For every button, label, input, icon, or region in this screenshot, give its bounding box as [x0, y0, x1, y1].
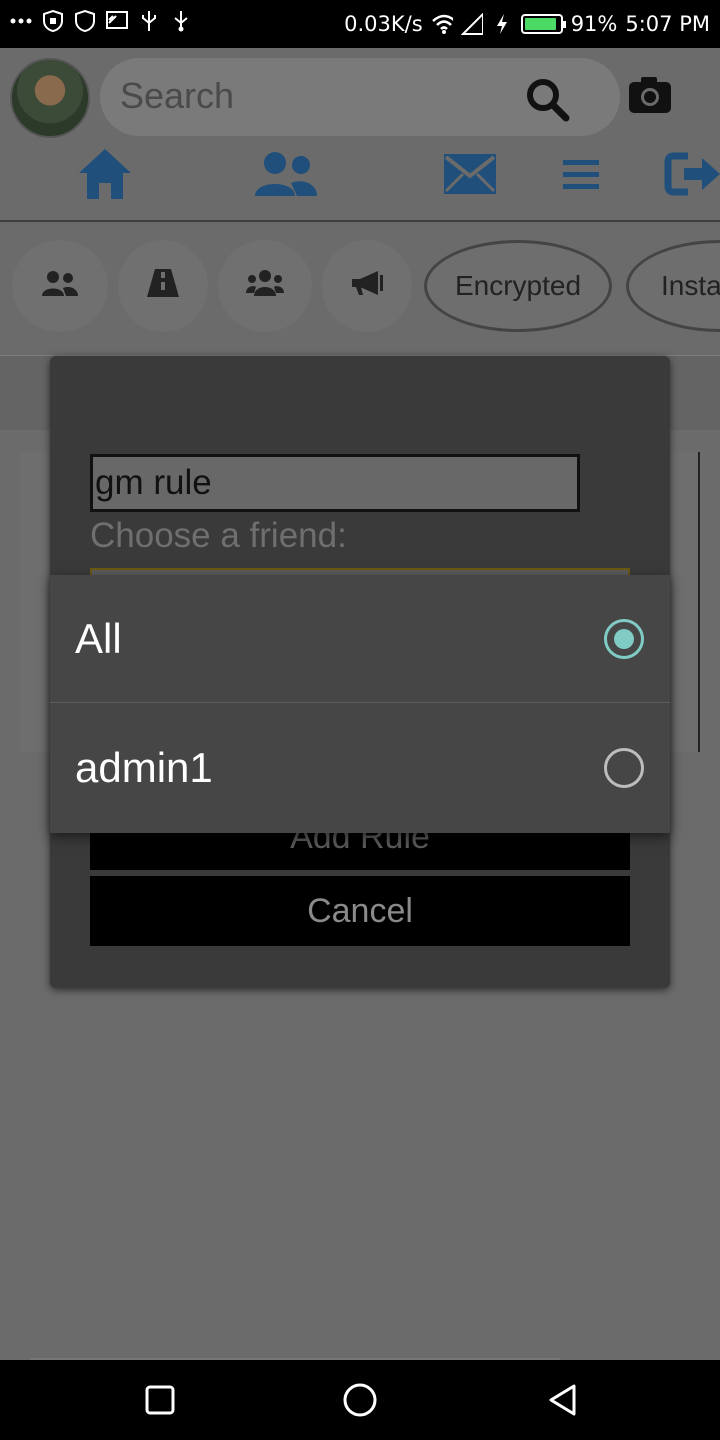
category-row: Encrypted Insta: [0, 226, 720, 356]
menu-icon[interactable]: [560, 144, 602, 204]
battery-icon: [520, 14, 566, 34]
avatar[interactable]: [10, 58, 90, 138]
signal-icon: [460, 13, 483, 35]
rule-name-input[interactable]: [90, 454, 580, 512]
cancel-button[interactable]: Cancel: [90, 876, 630, 946]
search-icon[interactable]: [524, 76, 570, 122]
friend-dropdown: All admin1: [50, 575, 670, 833]
shield-outline-icon: [74, 10, 96, 32]
camera-icon[interactable]: [628, 76, 672, 114]
option-label: admin1: [75, 744, 213, 791]
users-icon: [41, 269, 79, 304]
battery-percent: 91%: [570, 12, 618, 36]
category-group[interactable]: [218, 240, 312, 332]
network-speed: 0.03K/s: [344, 12, 423, 36]
dropdown-option-all[interactable]: All: [50, 575, 670, 703]
search-bar: [100, 58, 620, 136]
wifi-icon: [431, 13, 453, 35]
shield-icon: [42, 10, 64, 32]
system-nav-bar: [0, 1360, 720, 1440]
category-users[interactable]: [12, 240, 108, 332]
messages-icon[interactable]: [442, 144, 498, 204]
road-icon: [146, 268, 180, 305]
friends-icon[interactable]: [252, 144, 320, 204]
cancel-label: Cancel: [307, 891, 413, 930]
choose-friend-label: Choose a friend:: [90, 516, 347, 555]
radio-selected-icon[interactable]: [604, 619, 644, 659]
usb-icon-2: [170, 10, 192, 32]
battery-level: [524, 18, 556, 30]
category-label: Insta: [661, 270, 720, 301]
more-icon: [10, 10, 32, 32]
home-icon[interactable]: [76, 144, 134, 204]
radio-unselected-icon[interactable]: [604, 748, 644, 788]
usb-icon: [138, 10, 160, 32]
back-icon[interactable]: [540, 1378, 584, 1422]
charging-icon: [491, 13, 513, 35]
category-label: Encrypted: [454, 270, 582, 301]
main-nav: [0, 138, 720, 222]
logout-icon[interactable]: [664, 144, 720, 204]
clock: 5:07 PM: [625, 12, 710, 36]
category-road[interactable]: [118, 240, 208, 332]
cast-icon: [106, 10, 128, 32]
megaphone-icon: [350, 269, 384, 304]
home-button-icon[interactable]: [338, 1378, 382, 1422]
option-label: All: [75, 615, 122, 662]
recents-icon[interactable]: [138, 1378, 182, 1422]
category-encrypted[interactable]: Encrypted: [424, 240, 612, 332]
group-icon: [246, 269, 284, 304]
status-icons-right: 0.03K/s 91% 5:07 PM: [344, 0, 710, 48]
dropdown-option-admin1[interactable]: admin1: [50, 704, 670, 832]
category-announcements[interactable]: [322, 240, 412, 332]
search-input[interactable]: [120, 76, 500, 116]
status-icons-left: [10, 10, 192, 32]
status-bar: 0.03K/s 91% 5:07 PM: [0, 0, 720, 48]
category-insta[interactable]: Insta: [626, 240, 720, 332]
